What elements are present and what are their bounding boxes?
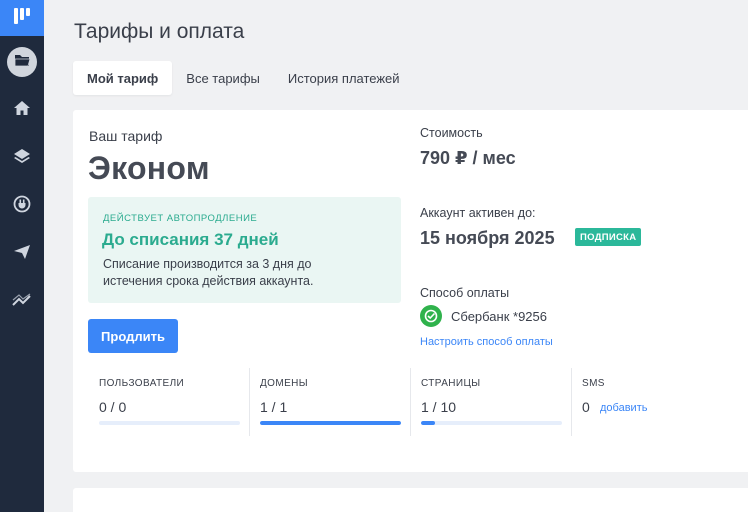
payment-method-value: Сбербанк *9256 (451, 309, 547, 324)
folder-icon (14, 53, 31, 72)
stat-value: 1 / 1 (260, 399, 288, 415)
sidebar (0, 0, 44, 512)
stat-label: СТРАНИЦЫ (421, 378, 481, 389)
active-until-date: 15 ноября 2025 (420, 228, 555, 248)
stat-progress-bar (421, 421, 562, 425)
trend-icon (12, 293, 32, 312)
stat-value: 0 (582, 399, 590, 415)
autorenew-caption: ДЕЙСТВУЕТ АВТОПРОДЛЕНИЕ (103, 213, 258, 224)
stat-sms: SMS 0 добавить (572, 368, 733, 436)
sidebar-item-analytics[interactable] (0, 284, 44, 320)
secondary-card (73, 488, 748, 512)
autorenew-box: ДЕЙСТВУЕТ АВТОПРОДЛЕНИЕ До списания 37 д… (88, 197, 401, 303)
cost-label: Стоимость (420, 126, 483, 140)
tab-payment-history[interactable]: История платежей (274, 61, 414, 95)
configure-payment-link[interactable]: Настроить способ оплаты (420, 336, 553, 348)
active-until-label: Аккаунт активен до: (420, 206, 536, 220)
stat-label: ДОМЕНЫ (260, 378, 309, 389)
extend-button[interactable]: Продлить (88, 319, 178, 353)
logo[interactable] (0, 0, 44, 36)
tab-my-plan[interactable]: Мой тариф (73, 61, 173, 95)
plug-icon (13, 195, 31, 218)
sidebar-item-mailing[interactable] (0, 236, 44, 272)
stat-value: 0 / 0 (99, 399, 127, 415)
cost-value: 790 ₽ / мес (420, 148, 516, 168)
stat-progress-bar (260, 421, 401, 425)
stat-progress-bar (99, 421, 240, 425)
sidebar-item-projects[interactable] (0, 44, 44, 80)
stat-domains: ДОМЕНЫ 1 / 1 (250, 368, 411, 436)
stat-label: ПОЛЬЗОВАТЕЛИ (99, 378, 185, 389)
sidebar-item-layers[interactable] (0, 140, 44, 176)
stat-pages: СТРАНИЦЫ 1 / 10 (411, 368, 572, 436)
autorenew-description: Списание производится за 3 дня до истече… (103, 257, 314, 288)
tab-all-plans[interactable]: Все тарифы (172, 61, 274, 95)
plan-card: Ваш тариф Эконом ДЕЙСТВУЕТ АВТОПРОДЛЕНИЕ… (73, 110, 748, 472)
payment-method-label: Способ оплаты (420, 286, 510, 300)
autorenew-title: До списания 37 дней (102, 230, 279, 249)
tabs: Мой тариф Все тарифы История платежей (73, 61, 414, 95)
subscription-badge: ПОДПИСКА (575, 228, 642, 246)
sidebar-item-integrations[interactable] (0, 188, 44, 224)
stat-users: ПОЛЬЗОВАТЕЛИ 0 / 0 (89, 368, 250, 436)
layers-icon (13, 148, 31, 169)
page-title: Тарифы и оплата (74, 20, 245, 43)
sidebar-item-home[interactable] (0, 92, 44, 128)
your-plan-label: Ваш тариф (89, 128, 163, 144)
stat-value: 1 / 10 (421, 399, 457, 415)
plan-name: Эконом (88, 150, 210, 186)
sberbank-icon (420, 305, 442, 327)
send-icon (13, 244, 31, 265)
add-sms-link[interactable]: добавить (600, 402, 647, 414)
home-icon (13, 100, 31, 121)
stat-label: SMS (582, 378, 605, 389)
logo-icon (13, 7, 31, 30)
